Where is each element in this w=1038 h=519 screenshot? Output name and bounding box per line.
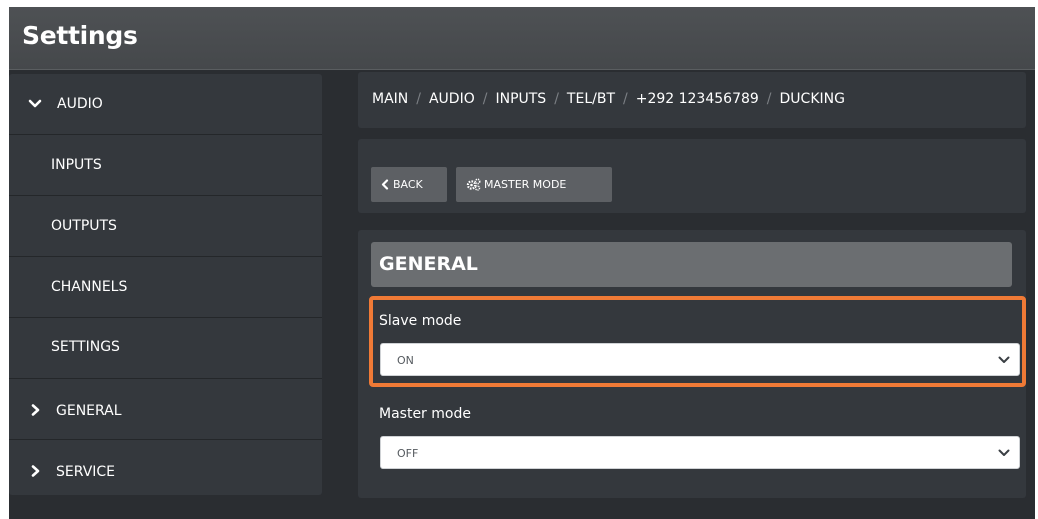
sidebar-item-audio[interactable]: AUDIO [9,74,322,135]
back-button-label: BACK [393,178,423,191]
breadcrumb-separator: / [416,91,421,107]
breadcrumb-separator: / [482,91,488,107]
breadcrumb-separator: / [766,91,772,107]
chevron-right-icon [31,404,40,416]
sidebar-item-label: SETTINGS [51,339,120,355]
toolbar-panel: BACK MASTER MODE [358,139,1026,213]
sidebar-item-label: AUDIO [57,96,103,112]
sidebar-item-channels[interactable]: CHANNELS [9,257,322,318]
slave-mode-highlight [369,296,1026,387]
page-title: Settings [22,21,138,50]
sidebar-item-general[interactable]: GENERAL [9,379,322,440]
sidebar-item-label: GENERAL [56,403,122,419]
breadcrumb-item-ducking: DUCKING [779,91,845,107]
sidebar-item-label: INPUTS [51,157,102,173]
master-mode-select[interactable]: OFF [380,436,1020,469]
section-header: GENERAL [371,242,1012,287]
master-mode-label: Master mode [379,406,471,422]
sidebar-item-label: SERVICE [56,464,116,480]
breadcrumb-item-audio[interactable]: AUDIO [429,91,475,107]
cogs-icon [466,178,481,191]
master-mode-value: OFF [397,447,419,460]
chevron-right-icon [31,465,40,477]
master-mode-button[interactable]: MASTER MODE [456,167,612,202]
sidebar-item-label: CHANNELS [51,279,128,295]
breadcrumb-separator: / [623,91,628,107]
sidebar-item-label: OUTPUTS [51,218,117,234]
sidebar-item-service[interactable]: SERVICE [9,440,322,500]
master-mode-button-label: MASTER MODE [484,178,567,191]
section-title: GENERAL [379,253,478,275]
back-button[interactable]: BACK [371,167,447,202]
breadcrumb-separator: / [554,91,559,107]
chevron-down-icon [28,99,42,108]
breadcrumb-item-tel-bt[interactable]: TEL/BT [567,91,615,107]
sidebar-item-inputs[interactable]: INPUTS [9,135,322,196]
breadcrumb-item-phone-number[interactable]: +292 123456789 [636,91,759,107]
breadcrumb-item-inputs[interactable]: INPUTS [495,91,546,107]
sidebar: AUDIO INPUTS OUTPUTS CHANNELS SETTINGS G… [9,74,322,495]
chevron-down-icon [998,449,1010,456]
sidebar-item-settings[interactable]: SETTINGS [9,318,322,379]
breadcrumb-item-main[interactable]: MAIN [372,91,408,107]
breadcrumb-panel: MAIN / AUDIO / INPUTS / TEL/BT / +292 123456789 /… [358,72,1026,128]
title-bar: Settings [9,7,1035,70]
breadcrumb: MAIN / AUDIO / INPUTS / TEL/BT / +292 123456789 /… [372,91,845,107]
sidebar-item-outputs[interactable]: OUTPUTS [9,196,322,257]
chevron-left-icon [381,179,389,190]
